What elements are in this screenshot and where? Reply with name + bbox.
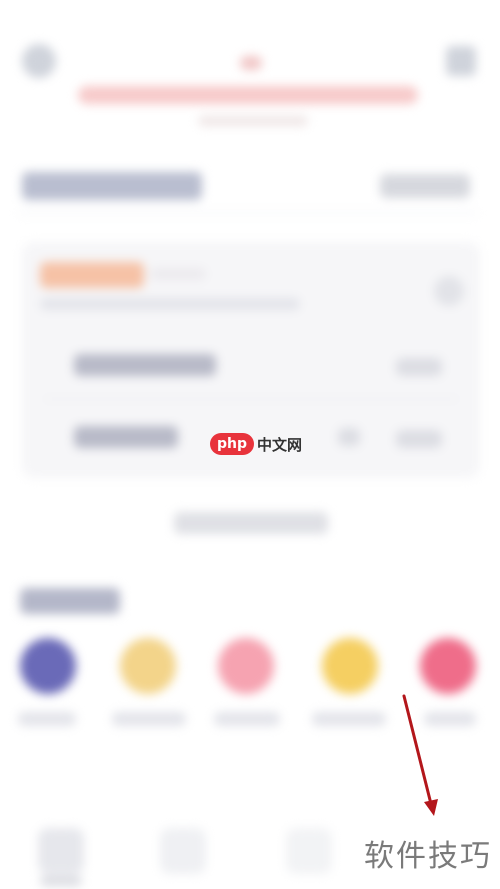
scan-icon[interactable] xyxy=(446,46,476,76)
shortcut-1-icon[interactable] xyxy=(20,638,76,694)
site-watermark: php 中文网 xyxy=(210,430,302,458)
card-badge-extra xyxy=(150,268,206,280)
shortcut-2-icon[interactable] xyxy=(120,638,176,694)
bottom-watermark: 软件技巧 xyxy=(364,839,492,874)
top-center-mark xyxy=(240,56,262,70)
card-row-2-value xyxy=(396,430,442,448)
promo-banner-bar[interactable] xyxy=(78,86,418,104)
shortcut-4-label xyxy=(312,712,386,726)
nav-item-2-icon[interactable] xyxy=(160,828,206,874)
section-header-title xyxy=(22,172,202,200)
watermark-php-logo: php xyxy=(210,433,255,455)
view-more-link[interactable] xyxy=(174,512,328,534)
section-header-more-link[interactable] xyxy=(380,174,470,198)
header-divider xyxy=(18,212,478,214)
nav-item-3-icon[interactable] xyxy=(286,828,332,874)
shortcut-4-icon[interactable] xyxy=(322,638,378,694)
red-arrow-icon xyxy=(402,694,438,816)
shortcut-1-label xyxy=(18,712,76,726)
card-row-2-label[interactable] xyxy=(74,426,178,448)
card-row-1-label[interactable] xyxy=(74,354,216,376)
shortcuts-section-title xyxy=(20,588,120,614)
shortcut-2-label xyxy=(112,712,186,726)
card-subtitle xyxy=(40,298,300,310)
shortcut-3-label xyxy=(214,712,280,726)
promo-banner-subtext xyxy=(198,116,308,126)
shortcut-3-icon[interactable] xyxy=(218,638,274,694)
shortcut-5-icon[interactable] xyxy=(420,638,476,694)
menu-icon[interactable] xyxy=(22,44,56,78)
card-row-divider xyxy=(44,398,458,400)
card-row-1-value xyxy=(396,358,442,376)
card-row-2-indicator xyxy=(338,428,360,446)
watermark-site-name: 中文网 xyxy=(257,436,303,454)
nav-home-icon[interactable] xyxy=(38,828,84,874)
nav-home-label xyxy=(40,876,82,886)
chevron-right-icon[interactable] xyxy=(434,276,464,306)
card-status-badge xyxy=(40,262,144,288)
